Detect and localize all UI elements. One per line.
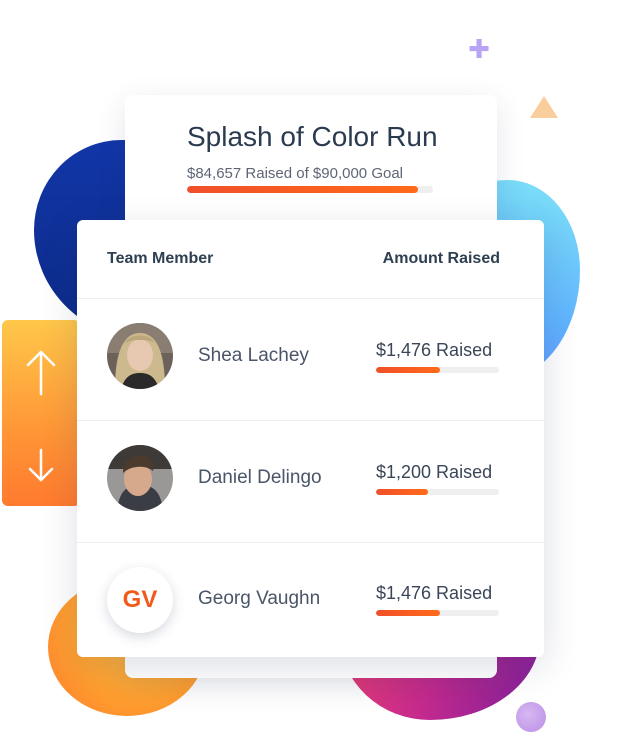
team-table-card: Team Member Amount Raised Shea Lachey $1… [77, 220, 544, 657]
member-name: Georg Vaughn [198, 588, 321, 609]
avatar [107, 445, 173, 511]
member-amount: $1,476 Raised [376, 583, 493, 603]
member-progress-fill [376, 367, 440, 373]
avatar [107, 323, 173, 389]
table-header: Team Member Amount Raised [77, 220, 544, 299]
triangle-icon [530, 96, 558, 118]
campaign-progress-fill [187, 186, 419, 193]
campaign-progress-bar [187, 186, 433, 193]
sort-panel [2, 320, 80, 506]
member-amount: $1,200 Raised [376, 462, 493, 482]
column-header-amount-raised: Amount Raised [382, 250, 500, 267]
member-name: Shea Lachey [198, 345, 309, 366]
arrow-up-icon [26, 350, 56, 396]
decorative-purple-dot [516, 702, 546, 732]
column-header-team-member: Team Member [107, 250, 214, 267]
member-progress-bar [376, 367, 499, 373]
member-progress-fill [376, 489, 428, 495]
sort-descending-button[interactable] [24, 446, 58, 496]
campaign-raised-text: $84,657 Raised of $90,000 Goal [187, 165, 403, 182]
member-progress-bar [376, 610, 499, 616]
table-row[interactable]: GV Georg Vaughn $1,476 Raised [77, 543, 544, 657]
campaign-title: Splash of Color Run [187, 121, 438, 152]
table-row[interactable]: Daniel Delingo $1,200 Raised [77, 421, 544, 543]
sort-ascending-button[interactable] [24, 348, 58, 398]
member-progress-bar [376, 489, 499, 495]
table-row[interactable]: Shea Lachey $1,476 Raised [77, 299, 544, 421]
plus-icon: ✚ [468, 34, 490, 64]
member-progress-fill [376, 610, 440, 616]
avatar-initials: GV [107, 567, 173, 633]
arrow-down-icon [28, 448, 54, 482]
member-amount: $1,476 Raised [376, 340, 493, 360]
member-name: Daniel Delingo [198, 467, 322, 488]
